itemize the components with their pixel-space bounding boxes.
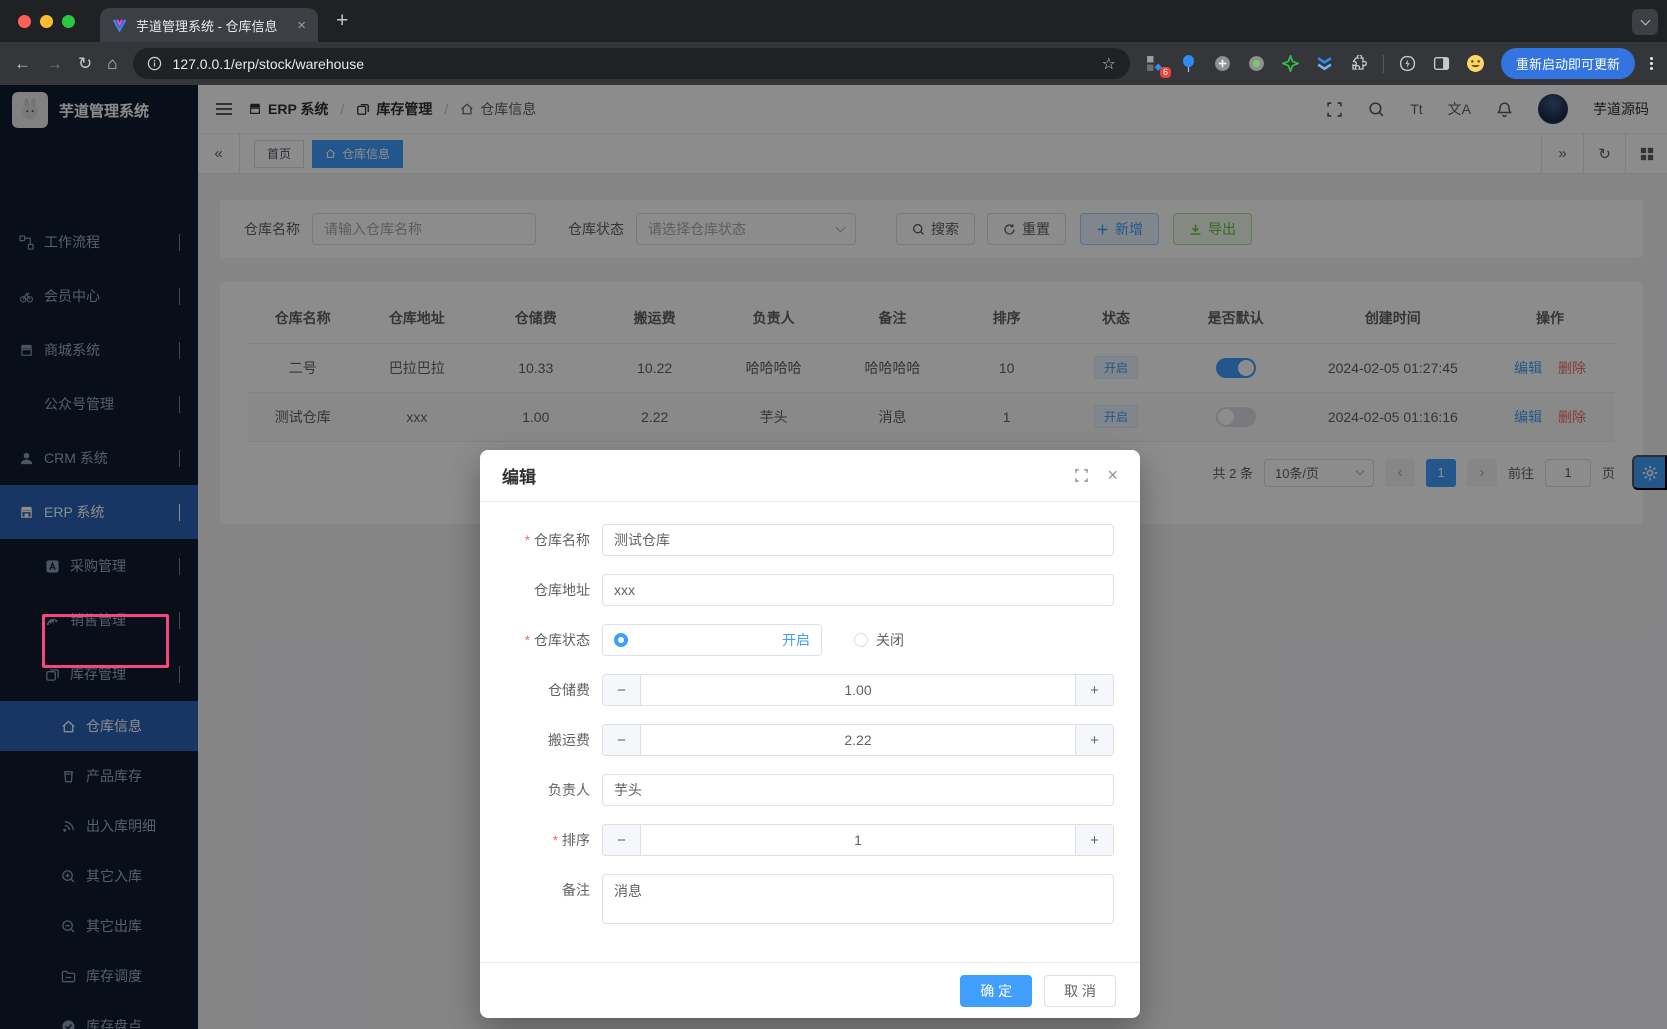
screen: 芋道管理系统 - 仓库信息 × + ← → ↻ ⌂ 127.0.0.1/erp/… (0, 0, 1667, 1029)
close-window-button[interactable] (18, 15, 31, 28)
emoji-profile-icon[interactable] (1466, 54, 1486, 74)
restart-update-button[interactable]: 重新启动即可更新 (1501, 48, 1635, 79)
url-bar[interactable]: 127.0.0.1/erp/stock/warehouse ☆ (133, 48, 1130, 79)
decrease-button[interactable]: − (603, 725, 641, 755)
handling-fee-stepper: − + (602, 724, 1114, 756)
chevrons-extension-icon[interactable] (1315, 54, 1335, 74)
sort-stepper: − + (602, 824, 1114, 856)
browser-tab-strip: 芋道管理系统 - 仓库信息 × + (0, 0, 1667, 42)
increase-button[interactable]: + (1075, 675, 1113, 705)
radio-dot-icon (614, 633, 628, 647)
round-extension-icon[interactable] (1213, 54, 1233, 74)
cancel-button[interactable]: 取 消 (1044, 975, 1116, 1007)
side-panel-icon[interactable] (1432, 54, 1452, 74)
principal-field-label: 负责人 (506, 774, 602, 806)
bookmark-star-icon[interactable]: ☆ (1102, 54, 1116, 74)
sort-field-label: 排序 (506, 824, 602, 856)
dialog-fullscreen-icon[interactable] (1074, 468, 1089, 483)
new-tab-button[interactable]: + (336, 9, 348, 33)
minimize-window-button[interactable] (40, 15, 53, 28)
status-radio-on[interactable]: 开启 (602, 624, 822, 656)
tab-title: 芋道管理系统 - 仓库信息 (136, 16, 278, 35)
principal-field-input[interactable] (602, 774, 1114, 806)
edit-dialog: 编辑 × 仓库名称 仓库地址 仓库状态 开启 关闭 (480, 450, 1140, 1018)
remark-textarea[interactable]: 消息 (602, 874, 1114, 924)
handling-fee-label: 搬运费 (506, 724, 602, 756)
tab-close-icon[interactable]: × (297, 17, 306, 34)
star-extension-icon[interactable] (1281, 54, 1301, 74)
status-radio-off[interactable]: 关闭 (854, 630, 904, 650)
decrease-button[interactable]: − (603, 675, 641, 705)
handling-fee-input[interactable] (641, 725, 1075, 755)
annotation-highlight-box (42, 614, 169, 668)
toolbar-divider (1383, 55, 1384, 73)
sort-input[interactable] (641, 825, 1075, 855)
dialog-close-icon[interactable]: × (1107, 465, 1118, 486)
decrease-button[interactable]: − (603, 825, 641, 855)
remark-field-label: 备注 (506, 874, 602, 906)
radio-dot-icon (854, 633, 868, 647)
storage-fee-label: 仓储费 (506, 674, 602, 706)
address-field-input[interactable] (602, 574, 1114, 606)
back-icon[interactable]: ← (14, 55, 31, 72)
confirm-button[interactable]: 确 定 (960, 975, 1032, 1007)
forward-icon[interactable]: → (46, 55, 63, 72)
dialog-title: 编辑 (502, 463, 536, 488)
site-info-icon[interactable] (147, 56, 162, 71)
green-dot-extension-icon[interactable] (1247, 54, 1267, 74)
extensions-puzzle-icon[interactable] (1349, 54, 1369, 74)
name-field-label: 仓库名称 (506, 524, 602, 556)
battery-saver-icon[interactable] (1398, 54, 1418, 74)
name-field-input[interactable] (602, 524, 1114, 556)
url-text: 127.0.0.1/erp/stock/warehouse (173, 56, 364, 72)
status-field-label: 仓库状态 (506, 624, 602, 656)
reload-icon[interactable]: ↻ (78, 55, 92, 72)
browser-menu-icon[interactable] (1650, 57, 1653, 70)
browser-toolbar: ← → ↻ ⌂ 127.0.0.1/erp/stock/warehouse ☆ … (0, 42, 1667, 85)
dialog-header: 编辑 × (480, 450, 1140, 502)
tab-search-chevron-icon[interactable] (1632, 9, 1658, 35)
balloon-extension-icon[interactable] (1179, 54, 1199, 74)
extensions-cluster: 6 (1145, 54, 1486, 74)
address-field-label: 仓库地址 (506, 574, 602, 606)
increase-button[interactable]: + (1075, 725, 1113, 755)
browser-tab[interactable]: 芋道管理系统 - 仓库信息 × (100, 8, 318, 42)
browser-home-icon[interactable]: ⌂ (107, 55, 117, 72)
increase-button[interactable]: + (1075, 825, 1113, 855)
storage-fee-stepper: − + (602, 674, 1114, 706)
dialog-footer: 确 定 取 消 (480, 962, 1140, 1018)
grid-extension-icon[interactable]: 6 (1145, 54, 1165, 74)
favicon-v-icon (112, 18, 127, 33)
zoom-window-button[interactable] (62, 15, 75, 28)
storage-fee-input[interactable] (641, 675, 1075, 705)
traffic-lights (18, 15, 75, 28)
extension-badge: 6 (1160, 67, 1171, 78)
dialog-body: 仓库名称 仓库地址 仓库状态 开启 关闭 仓储费 − + (480, 502, 1140, 962)
